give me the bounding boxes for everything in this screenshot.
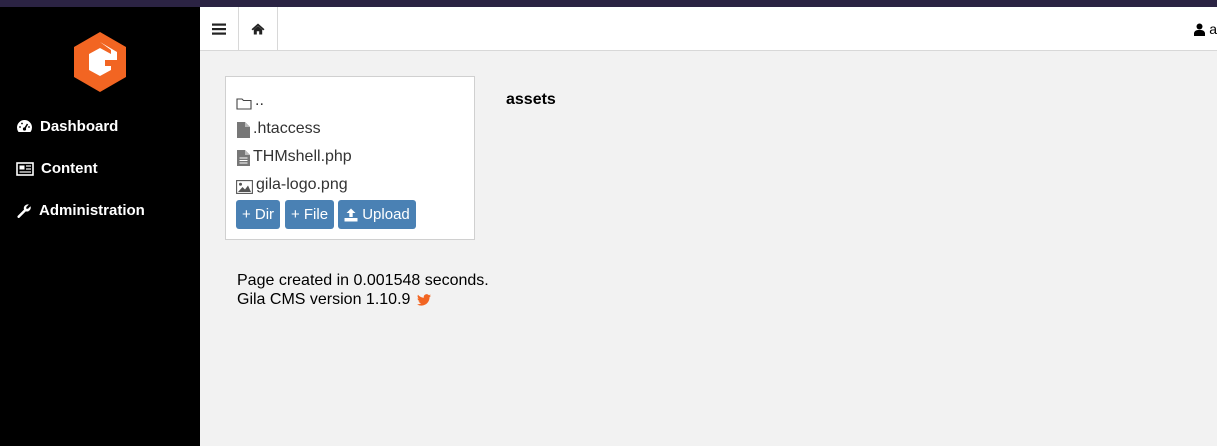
add-file-button[interactable]: + File	[285, 200, 334, 229]
home-button[interactable]	[239, 7, 278, 50]
upload-button[interactable]: Upload	[338, 200, 416, 229]
file-name: THMshell.php	[253, 148, 352, 165]
sidebar-item-content[interactable]: Content	[16, 160, 98, 177]
window-top-strip	[0, 0, 1217, 7]
image-icon	[236, 180, 253, 194]
home-icon	[251, 23, 265, 34]
wrench-icon	[17, 203, 31, 218]
user-name: a	[1209, 21, 1217, 37]
page-footer: Page created in 0.001548 seconds. Gila C…	[237, 271, 489, 309]
file-browser-panel: .. .htaccess THMshell.php gila-logo.png …	[225, 76, 475, 240]
user-menu[interactable]: a	[1194, 21, 1217, 37]
file-icon	[237, 122, 250, 138]
gila-logo[interactable]	[71, 30, 129, 94]
file-item-htaccess[interactable]: .htaccess	[236, 120, 321, 138]
add-dir-button[interactable]: + Dir	[236, 200, 280, 229]
file-name: gila-logo.png	[256, 176, 348, 193]
user-icon	[1194, 23, 1206, 36]
upload-icon	[344, 208, 358, 221]
version-text: Gila CMS version 1.10.9	[237, 291, 411, 308]
menu-toggle-button[interactable]	[200, 7, 239, 50]
hamburger-icon	[212, 23, 226, 35]
dashboard-icon	[17, 120, 32, 132]
sidebar-item-dashboard[interactable]: Dashboard	[16, 118, 118, 135]
page-timing-text: Page created in 0.001548 seconds.	[237, 272, 489, 289]
sidebar-item-label: Dashboard	[40, 118, 119, 135]
file-text-icon	[237, 150, 250, 166]
file-name: ..	[255, 92, 264, 109]
gila-logo-icon	[74, 32, 126, 92]
version-line: Gila CMS version 1.10.9	[237, 290, 489, 309]
upload-label: Upload	[362, 206, 410, 223]
sidebar-item-administration[interactable]: Administration	[16, 202, 145, 219]
folder-title: assets	[506, 91, 556, 108]
sidebar: Dashboard Content Administration	[0, 7, 200, 446]
newspaper-icon	[16, 161, 34, 176]
file-item-thmshell[interactable]: THMshell.php	[236, 148, 352, 166]
twitter-icon[interactable]	[416, 293, 431, 306]
file-item-parent[interactable]: ..	[236, 92, 264, 110]
sidebar-item-label: Content	[41, 160, 98, 177]
top-bar: a	[200, 7, 1217, 51]
file-item-gila-logo[interactable]: gila-logo.png	[236, 176, 348, 194]
file-name: .htaccess	[253, 120, 321, 137]
folder-icon	[236, 98, 252, 110]
sidebar-item-label: Administration	[39, 202, 145, 219]
